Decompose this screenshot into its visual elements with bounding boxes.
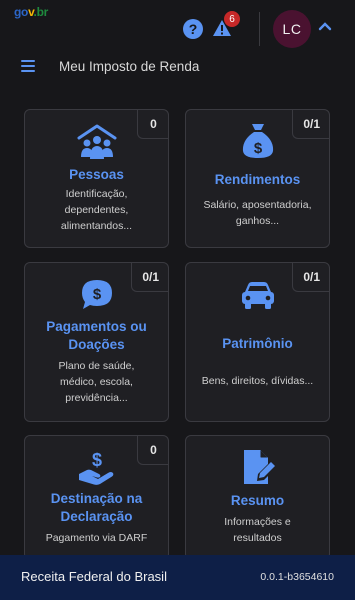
app-version: 0.0.1-b3654610 [260, 571, 334, 583]
card-description: Pagamento via DARF [45, 532, 148, 544]
svg-text:$: $ [253, 140, 262, 157]
card-description: Salário, aposentadoria, ganhos... [203, 199, 312, 227]
card-resumo[interactable]: Resumo Informações e resultados [185, 435, 330, 560]
page-title: Meu Imposto de Renda [59, 59, 200, 74]
footer-org: Receita Federal do Brasil [21, 569, 167, 584]
notification-badge: 6 [224, 11, 240, 27]
document-edit-icon [186, 448, 329, 486]
svg-text:$: $ [92, 286, 101, 303]
card-rendimentos[interactable]: 0/1 $ Rendimentos Salário, aposentadoria… [185, 109, 330, 248]
hand-dollar-icon: $ [25, 448, 168, 486]
card-title: Pagamentos ou Doações [46, 319, 147, 352]
dollar-chat-icon: $ [25, 277, 168, 313]
top-bar: gov.br ? 6 LC [0, 0, 355, 52]
chevron-up-icon[interactable] [318, 21, 332, 31]
card-destinacao-declaracao[interactable]: 0 $ Destinação na Declaração Pagamento v… [24, 435, 169, 560]
notifications-button[interactable]: 6 [212, 11, 240, 39]
card-pessoas[interactable]: 0 Pessoas Identificação, dependentes, al… [24, 109, 169, 248]
footer: Receita Federal do Brasil 0.0.1-b3654610 [0, 555, 355, 600]
govbr-logo[interactable]: gov.br [14, 5, 48, 19]
people-roof-icon [25, 124, 168, 160]
card-pagamentos-doacoes[interactable]: 0/1 $ Pagamentos ou Doações Plano de saú… [24, 262, 169, 422]
avatar[interactable]: LC [273, 10, 311, 48]
card-description: Plano de saúde, médico, escola, previdên… [58, 360, 135, 404]
card-description: Bens, direitos, dívidas... [201, 375, 314, 387]
help-icon[interactable]: ? [183, 19, 203, 39]
card-title: Pessoas [69, 167, 124, 182]
card-title: Resumo [230, 493, 285, 508]
card-description: Identificação, dependentes, alimentandos… [60, 188, 133, 232]
svg-text:$: $ [91, 450, 101, 470]
card-title: Rendimentos [214, 172, 301, 187]
money-bag-icon: $ [186, 122, 329, 160]
card-title: Destinação na Declaração [50, 491, 143, 524]
card-title: Patrimônio [222, 336, 293, 351]
hamburger-menu-icon[interactable] [21, 60, 35, 72]
card-description: Informações e resultados [224, 516, 291, 544]
card-patrimonio[interactable]: 0/1 Patrimônio Bens, direitos, dívidas..… [185, 262, 330, 422]
car-icon [186, 279, 329, 311]
header-divider [259, 12, 260, 46]
